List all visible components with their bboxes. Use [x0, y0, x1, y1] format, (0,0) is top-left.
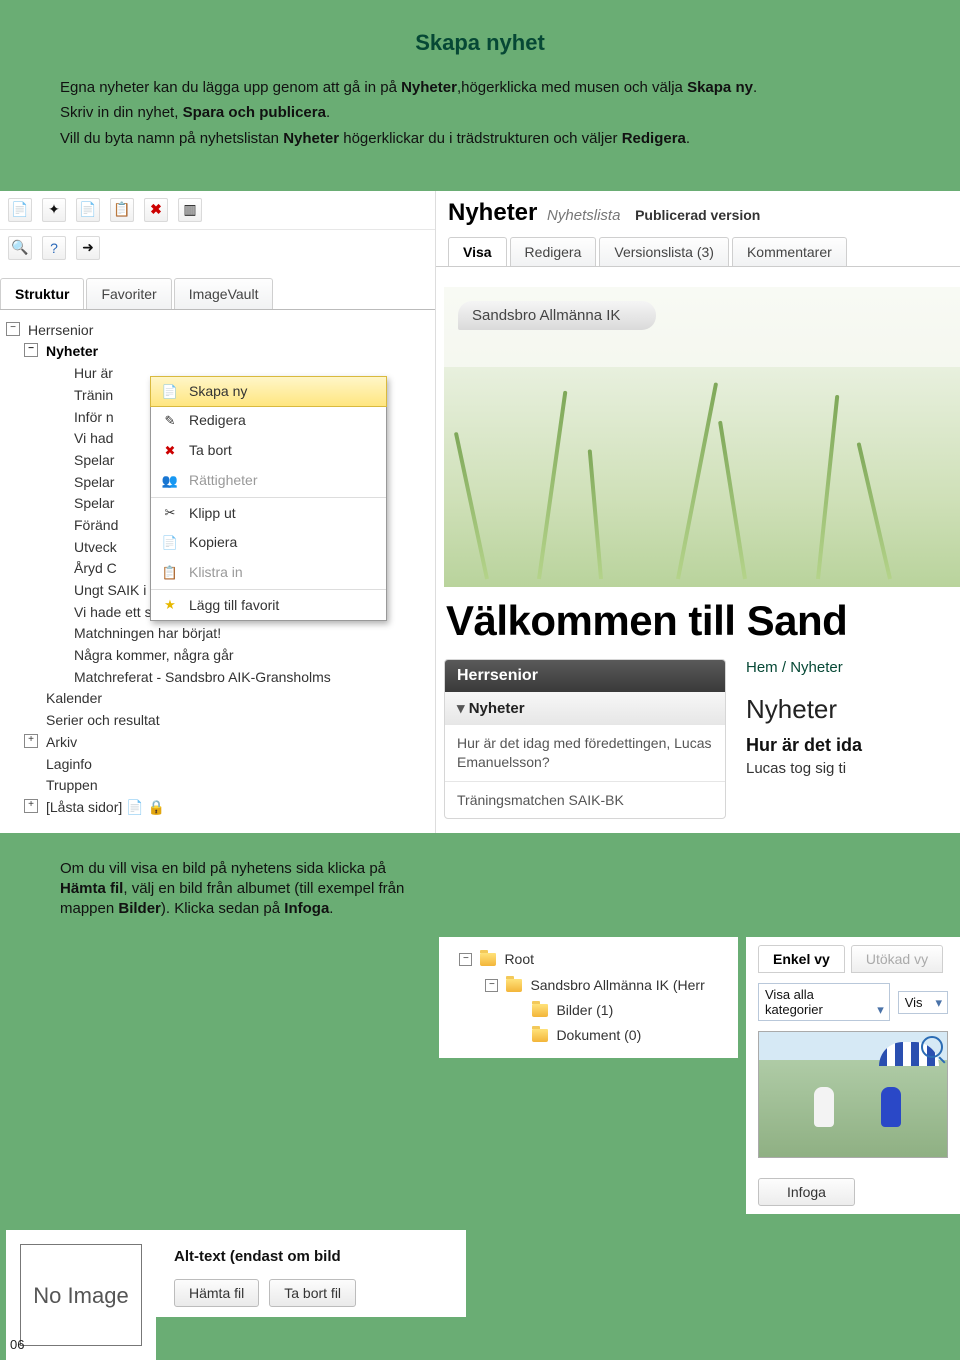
search-icon[interactable]: 🔍 — [8, 236, 32, 260]
folder-icon — [480, 953, 496, 966]
folder-root[interactable]: −Root — [451, 947, 726, 972]
tree-nyheter[interactable]: −Nyheter — [24, 341, 429, 363]
tab-imagevault[interactable]: ImageVault — [174, 278, 274, 309]
side-nav-link[interactable]: Träningsmatchen SAIK-BK — [445, 781, 725, 819]
tab-struktur[interactable]: Struktur — [0, 278, 84, 309]
content-h3: Hur är det ida — [746, 735, 960, 756]
no-image-label: No Image — [20, 1244, 142, 1346]
banner-pill: Sandsbro Allmänna IK — [458, 301, 656, 330]
delete-icon: ✖ — [161, 442, 179, 460]
menu-redigera[interactable]: ✎Redigera — [151, 406, 386, 436]
tab-favoriter[interactable]: Favoriter — [86, 278, 171, 309]
folder-icon — [532, 1004, 548, 1017]
page-number: 06 — [10, 1337, 24, 1352]
tree-arkiv[interactable]: +Arkiv — [24, 732, 429, 754]
folder-bilder[interactable]: Bilder (1) — [503, 998, 726, 1023]
tree-herrsenior[interactable]: −Herrsenior — [6, 320, 429, 342]
menu-klipp-ut[interactable]: ✂Klipp ut — [151, 499, 386, 529]
exit-icon[interactable]: ➜ — [76, 236, 100, 260]
page-title: Skapa nyhet — [60, 30, 900, 56]
side-nav-sub[interactable]: Nyheter — [445, 692, 725, 724]
category-select[interactable]: Visa alla kategorier — [758, 983, 890, 1021]
menu-favorit[interactable]: ★Lägg till favorit — [151, 591, 386, 621]
copy-icon: 📄 — [161, 534, 179, 552]
tree-serier[interactable]: Serier och resultat — [24, 710, 429, 732]
breadcrumb-hem[interactable]: Hem — [746, 659, 778, 676]
breadcrumb: Hem / Nyheter — [746, 659, 960, 676]
tab-visa[interactable]: Visa — [448, 237, 507, 266]
tree-item[interactable]: Matchningen har börjat! — [52, 623, 429, 645]
menu-tabort[interactable]: ✖Ta bort — [151, 436, 386, 466]
menu-skapa-ny[interactable]: 📄Skapa ny — [150, 376, 387, 408]
side-nav-card: Herrsenior Nyheter Hur är det idag med f… — [444, 659, 726, 820]
folder-dokument[interactable]: Dokument (0) — [503, 1023, 726, 1048]
intro-p2: Skriv in din nyhet, Spara och publicera. — [60, 103, 900, 123]
folder-club[interactable]: −Sandsbro Allmänna IK (Herr — [477, 973, 726, 998]
filter-select[interactable]: Vis — [898, 991, 948, 1014]
context-menu: 📄Skapa ny ✎Redigera ✖Ta bort 👥Rättighete… — [150, 376, 387, 622]
tree-item[interactable]: Matchreferat - Sandsbro AIK-Gransholms — [52, 667, 429, 689]
tab-versionslista[interactable]: Versionslista (3) — [599, 237, 729, 266]
intro-p3: Vill du byta namn på nyhetslistan Nyhete… — [60, 129, 900, 149]
new-doc-icon[interactable]: 📄 — [8, 198, 32, 222]
alt-text-area: Alt-text (endast om bild Hämta fil Ta bo… — [156, 1230, 466, 1317]
help-icon[interactable]: ? — [42, 236, 66, 260]
site-banner: Sandsbro Allmänna IK — [444, 287, 960, 587]
alt-text-label: Alt-text (endast om bild — [174, 1248, 454, 1265]
toolbar-row-1: 📄 ✦ 📄 📋 ✖ ▥ — [0, 191, 435, 230]
tree-kalender[interactable]: Kalender — [24, 688, 429, 710]
cut-icon: ✂ — [161, 504, 179, 522]
ta-bort-fil-button[interactable]: Ta bort fil — [269, 1279, 356, 1307]
users-icon: 👥 — [161, 472, 179, 490]
content-desc: Lucas tog sig ti — [746, 760, 960, 777]
folder-icon — [532, 1029, 548, 1042]
intro-block: Skapa nyhet Egna nyheter kan du lägga up… — [0, 0, 960, 168]
panel-icon[interactable]: ▥ — [178, 198, 202, 222]
no-image-preview: No Image — [6, 1230, 156, 1360]
paste-icon: 📋 — [161, 564, 179, 582]
cms-right-pane: Nyheter Nyhetslista Publicerad version V… — [436, 191, 960, 820]
paste-icon[interactable]: 📋 — [110, 198, 134, 222]
intro-p1: Egna nyheter kan du lägga upp genom att … — [60, 78, 900, 98]
menu-klistra-in[interactable]: 📋Klistra in — [151, 558, 386, 588]
tree-truppen[interactable]: Truppen — [24, 775, 429, 797]
right-title-bar: Nyheter Nyhetslista Publicerad version — [436, 191, 960, 229]
image-thumbnail[interactable] — [758, 1031, 948, 1158]
tab-enkel-vy[interactable]: Enkel vy — [758, 945, 845, 973]
tree-lasta[interactable]: +[Låsta sidor] 📄 🔒 — [24, 797, 429, 819]
infoga-button[interactable]: Infoga — [758, 1178, 855, 1206]
delete-icon[interactable]: ✖ — [144, 198, 168, 222]
tab-utokad-vy[interactable]: Utökad vy — [851, 945, 943, 973]
folder-tree: −Root −Sandsbro Allmänna IK (Herr Bilder… — [439, 937, 738, 1058]
cms-left-pane: 📄 ✦ 📄 📋 ✖ ▥ 🔍 ? ➜ Struktur Favoriter Ima… — [0, 191, 436, 833]
content-column: Hem / Nyheter Nyheter Hur är det ida Luc… — [746, 659, 960, 820]
new-doc-icon: 📄 — [161, 383, 179, 401]
tab-kommentarer[interactable]: Kommentarer — [732, 237, 847, 266]
toolbar-row-2: 🔍 ? ➜ — [0, 230, 435, 270]
edit-icon: ✎ — [161, 412, 179, 430]
screenshot-cms: 📄 ✦ 📄 📋 ✖ ▥ 🔍 ? ➜ Struktur Favoriter Ima… — [0, 191, 960, 833]
menu-kopiera[interactable]: 📄Kopiera — [151, 528, 386, 558]
copy-icon[interactable]: 📄 — [76, 198, 100, 222]
content-h2: Nyheter — [746, 694, 960, 725]
tab-redigera[interactable]: Redigera — [510, 237, 597, 266]
star-icon: ★ — [161, 596, 179, 614]
tree-laginfo[interactable]: Laginfo — [24, 754, 429, 776]
tree-item[interactable]: Några kommer, några går — [52, 645, 429, 667]
intro-block-2: Om du vill visa en bild på nyhetens sida… — [0, 833, 490, 920]
welcome-heading: Välkommen till Sand — [436, 587, 960, 659]
menu-rattigheter[interactable]: 👥Rättigheter — [151, 466, 386, 496]
side-nav-head: Herrsenior — [445, 660, 725, 692]
tree-view: −Herrsenior −Nyheter Hur är Tränin Inför… — [0, 310, 435, 833]
sparkle-icon[interactable]: ✦ — [42, 198, 66, 222]
image-picker: Enkel vy Utökad vy Visa alla kategorier … — [746, 937, 960, 1214]
hamta-fil-button[interactable]: Hämta fil — [174, 1279, 259, 1307]
side-nav-link[interactable]: Hur är det idag med föredettingen, Lucas… — [445, 724, 725, 781]
folder-icon — [506, 979, 522, 992]
